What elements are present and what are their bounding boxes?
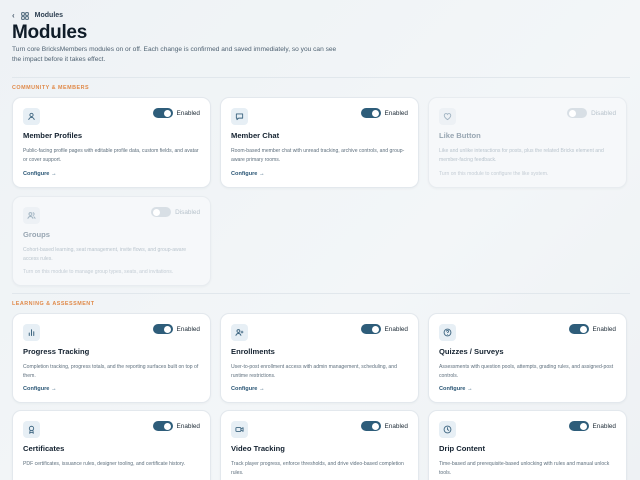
toggle-status-label: Enabled <box>592 325 616 333</box>
module-title: Groups <box>23 230 51 239</box>
module-description: Public-facing profile pages with editabl… <box>23 148 199 163</box>
toggle-switch[interactable] <box>360 108 381 118</box>
user-icon <box>23 108 40 125</box>
module-description: User-to-post enrollment access with admi… <box>231 364 397 379</box>
toggle-switch[interactable] <box>568 421 589 431</box>
module-card-quizzes-surveys: Enabled Quizzes / Surveys Assessments wi… <box>428 313 627 403</box>
section-divider <box>12 293 630 294</box>
configure-link[interactable]: Configure → <box>231 171 265 177</box>
module-description: Track player progress, enforce threshold… <box>231 461 404 476</box>
module-toggle[interactable]: Enabled <box>152 108 200 118</box>
module-toggle[interactable]: Enabled <box>568 324 616 334</box>
module-toggle[interactable]: Enabled <box>152 421 200 431</box>
module-hint: Turn on this module to configure the lik… <box>439 171 549 177</box>
module-card-groups: Disabled Groups Cohort-based learning, s… <box>12 196 211 286</box>
section-label-community: COMMUNITY & MEMBERS <box>12 85 90 91</box>
toggle-status-label: Enabled <box>176 109 200 117</box>
module-card-enrollments: Enabled Enrollments User-to-post enrollm… <box>220 313 419 403</box>
toggle-status-label: Enabled <box>384 422 408 430</box>
module-title: Video Tracking <box>231 444 285 453</box>
grid-icon <box>20 11 29 20</box>
section-label-learning: LEARNING & ASSESSMENT <box>12 301 95 307</box>
module-title: Member Chat <box>231 131 280 140</box>
award-icon <box>23 421 40 438</box>
module-card-like-button: Disabled Like Button Like and unlike int… <box>428 97 627 188</box>
toggle-status-label: Disabled <box>591 109 616 117</box>
breadcrumb-label[interactable]: Modules <box>35 12 63 19</box>
page-title: Modules <box>12 22 87 43</box>
toggle-switch[interactable] <box>568 324 589 334</box>
configure-link[interactable]: Configure → <box>231 386 265 392</box>
configure-link[interactable]: Configure → <box>23 386 57 392</box>
toggle-switch[interactable] <box>567 108 588 118</box>
user-plus-icon <box>231 324 248 341</box>
module-description: Time-based and prerequisite-based unlock… <box>439 461 610 476</box>
module-toggle[interactable]: Enabled <box>360 108 408 118</box>
toggle-status-label: Disabled <box>175 208 200 216</box>
toggle-status-label: Enabled <box>384 109 408 117</box>
module-card-drip-content: Enabled Drip Content Time-based and prer… <box>428 410 627 480</box>
toggle-switch[interactable] <box>360 324 381 334</box>
breadcrumb: ‹ Modules <box>12 11 63 20</box>
module-description: Assessments with question pools, attempt… <box>439 364 614 379</box>
module-card-progress-tracking: Enabled Progress Tracking Completion tra… <box>12 313 211 403</box>
module-title: Member Profiles <box>23 131 83 140</box>
modules-page: ‹ Modules Modules Turn core BricksMember… <box>12 0 630 480</box>
toggle-status-label: Enabled <box>176 422 200 430</box>
module-title: Progress Tracking <box>23 347 90 356</box>
module-title: Quizzes / Surveys <box>439 347 504 356</box>
module-toggle[interactable]: Disabled <box>151 207 200 217</box>
module-toggle[interactable]: Enabled <box>360 421 408 431</box>
toggle-switch[interactable] <box>152 108 173 118</box>
module-description: Like and unlike interactions for posts, … <box>439 148 604 163</box>
configure-link[interactable]: Configure → <box>23 171 57 177</box>
module-toggle[interactable]: Disabled <box>567 108 616 118</box>
module-hint: Turn on this module to manage group type… <box>23 269 174 275</box>
module-description: Room-based member chat with unread track… <box>231 148 405 163</box>
bar-chart-icon <box>23 324 40 341</box>
module-title: Drip Content <box>439 444 485 453</box>
module-title: Like Button <box>439 131 481 140</box>
video-icon <box>231 421 248 438</box>
configure-link[interactable]: Configure → <box>439 386 473 392</box>
clock-icon <box>439 421 456 438</box>
section-divider <box>12 77 630 78</box>
toggle-status-label: Enabled <box>384 325 408 333</box>
module-card-certificates: Enabled Certificates PDF certificates, i… <box>12 410 211 480</box>
module-toggle[interactable]: Enabled <box>568 421 616 431</box>
toggle-switch[interactable] <box>152 421 173 431</box>
toggle-switch[interactable] <box>152 324 173 334</box>
module-description: PDF certificates, issuance rules, design… <box>23 461 186 467</box>
toggle-switch[interactable] <box>151 207 172 217</box>
module-title: Enrollments <box>231 347 275 356</box>
toggle-status-label: Enabled <box>592 422 616 430</box>
module-card-member-chat: Enabled Member Chat Room-based member ch… <box>220 97 419 188</box>
module-title: Certificates <box>23 444 65 453</box>
users-icon <box>23 207 40 224</box>
chat-icon <box>231 108 248 125</box>
toggle-switch[interactable] <box>360 421 381 431</box>
heart-icon <box>439 108 456 125</box>
module-description: Cohort-based learning, seat management, … <box>23 247 187 262</box>
question-icon <box>439 324 456 341</box>
module-toggle[interactable]: Enabled <box>360 324 408 334</box>
toggle-status-label: Enabled <box>176 325 200 333</box>
back-chevron-icon[interactable]: ‹ <box>12 11 15 20</box>
module-description: Completion tracking, progress totals, an… <box>23 364 199 379</box>
module-card-member-profiles: Enabled Member Profiles Public-facing pr… <box>12 97 211 188</box>
module-card-video-tracking: Enabled Video Tracking Track player prog… <box>220 410 419 480</box>
page-description: Turn core BricksMembers modules on or of… <box>12 46 337 63</box>
module-toggle[interactable]: Enabled <box>152 324 200 334</box>
